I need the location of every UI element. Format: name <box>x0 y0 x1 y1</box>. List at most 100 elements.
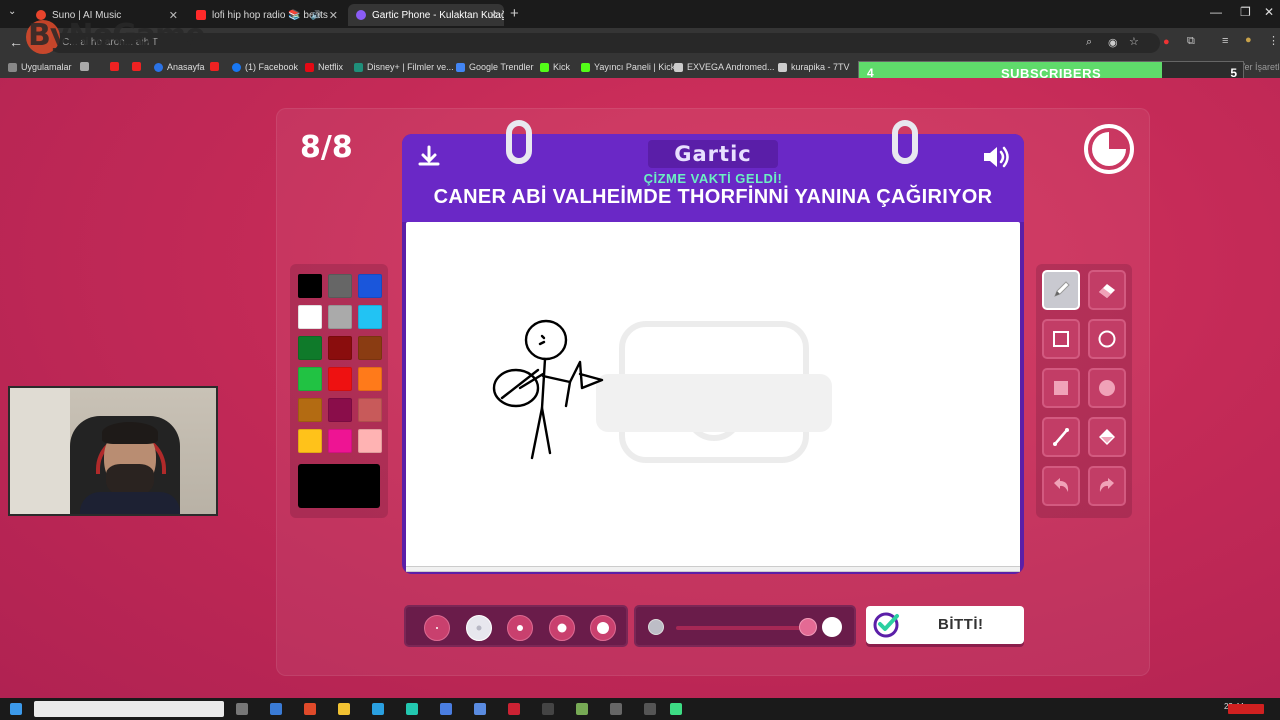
color-swatch[interactable] <box>358 305 382 329</box>
chrome-icon[interactable] <box>304 703 316 715</box>
color-swatch[interactable] <box>328 336 352 360</box>
explorer-icon[interactable] <box>338 703 350 715</box>
color-swatch[interactable] <box>298 398 322 422</box>
task-view-icon[interactable] <box>236 703 248 715</box>
color-swatch[interactable] <box>328 274 352 298</box>
drawing-canvas[interactable] <box>406 222 1020 568</box>
profile-avatar[interactable]: ● <box>1245 34 1252 46</box>
color-swatch[interactable] <box>298 305 322 329</box>
back-arrow-icon[interactable]: ← <box>9 34 23 50</box>
bookmark-label: Yayıncı Paneli | Kick <box>594 62 676 72</box>
checkmark-icon <box>873 612 899 638</box>
eye-off-icon[interactable]: ◉ <box>1108 36 1118 49</box>
brush-size-1[interactable] <box>424 615 450 641</box>
color-swatch[interactable] <box>328 305 352 329</box>
taskbar-app-icon[interactable] <box>270 703 282 715</box>
taskbar-search-input[interactable] <box>34 701 224 717</box>
ellipse-filled-tool-button[interactable] <box>1088 368 1126 408</box>
bookmark-label: (1) Facebook <box>245 62 299 72</box>
color-swatch[interactable] <box>328 429 352 453</box>
rectangle-filled-tool-button[interactable] <box>1042 368 1080 408</box>
reading-list-icon[interactable]: ≡ <box>1222 35 1228 47</box>
eraser-tool-button[interactable] <box>1088 270 1126 310</box>
menu-icon[interactable]: ⋮ <box>1268 34 1279 47</box>
bookmark-grid[interactable] <box>80 62 93 71</box>
line-tool-button[interactable] <box>1042 417 1080 457</box>
bookmark-youtube-3[interactable] <box>210 62 223 71</box>
brush-size-3[interactable] <box>507 615 533 641</box>
bookmark-kick[interactable]: Kick <box>540 62 570 72</box>
speaker-icon[interactable]: 🔊 <box>311 10 322 21</box>
color-swatch[interactable] <box>328 367 352 391</box>
redo-button[interactable] <box>1088 466 1126 506</box>
tab-lofi[interactable]: lofi hip hop radio 📚 beats 🔊 ✕ <box>188 4 344 26</box>
address-input[interactable]: C... ai ho aron... aih T <box>50 33 1160 53</box>
opacity-track[interactable] <box>676 626 808 630</box>
taskbar-app-icon[interactable] <box>610 703 622 715</box>
bookmark-youtube[interactable] <box>110 62 123 71</box>
bookmark-netflix[interactable]: Netflix <box>305 62 343 72</box>
close-tab-icon[interactable]: ✕ <box>329 9 338 22</box>
stick-figure-drawing <box>492 319 604 460</box>
minimize-icon[interactable]: — <box>1210 5 1222 19</box>
color-swatch[interactable] <box>298 336 322 360</box>
bookmark-apps[interactable]: Uygulamalar <box>8 62 72 72</box>
color-swatch[interactable] <box>298 429 322 453</box>
color-swatch[interactable] <box>358 429 382 453</box>
bookmark-label: kurapika - 7TV <box>791 62 850 72</box>
taskbar-app-icon[interactable] <box>670 703 682 715</box>
undo-button[interactable] <box>1042 466 1080 506</box>
tab-list-icon[interactable]: ⌄ <box>8 6 16 17</box>
bookmark-7tv[interactable]: kurapika - 7TV <box>778 62 850 72</box>
bookmark-anasayfa[interactable]: Anasayfa <box>154 62 205 72</box>
zoom-icon[interactable]: ⌕ <box>1086 36 1092 49</box>
close-window-icon[interactable]: ✕ <box>1264 5 1274 19</box>
color-swatch[interactable] <box>358 367 382 391</box>
restore-icon[interactable]: ❐ <box>1240 5 1251 19</box>
taskbar-app-icon[interactable] <box>644 703 656 715</box>
done-button[interactable]: BİTTİ! <box>866 606 1024 644</box>
ellipse-outline-tool-button[interactable] <box>1088 319 1126 359</box>
color-swatch[interactable] <box>298 367 322 391</box>
bookmark-facebook[interactable]: (1) Facebook <box>232 62 298 72</box>
brush-size-5[interactable] <box>590 615 616 641</box>
binder-ring-icon <box>506 120 532 164</box>
rectangle-outline-tool-button[interactable] <box>1042 319 1080 359</box>
grid-icon <box>80 62 89 71</box>
eraser-icon <box>1099 284 1115 298</box>
bookmark-google-trends[interactable]: Google Trendler <box>456 62 534 72</box>
tab-gartic[interactable]: Gartic Phone - Kulaktan Kulağa ✕ <box>348 4 504 26</box>
fill-bucket-tool-button[interactable] <box>1088 417 1126 457</box>
bookmark-kick-panel[interactable]: Yayıncı Paneli | Kick <box>581 62 675 72</box>
close-tab-icon[interactable]: ✕ <box>489 9 498 22</box>
taskbar-app-icon[interactable] <box>542 703 554 715</box>
bookmark-label: Google Trendler <box>469 62 534 72</box>
opacity-slider[interactable] <box>634 605 856 647</box>
color-swatch[interactable] <box>358 336 382 360</box>
new-tab-button[interactable]: + <box>510 5 519 22</box>
bookmark-disney[interactable]: Disney+ | Filmler ve... <box>354 62 454 72</box>
brush-size-2[interactable] <box>466 615 492 641</box>
bookmark-youtube-2[interactable] <box>132 62 145 71</box>
download-icon[interactable] <box>416 144 442 170</box>
color-swatch[interactable] <box>298 274 322 298</box>
taskbar-app-icon[interactable] <box>440 703 452 715</box>
taskbar-app-icon[interactable] <box>576 703 588 715</box>
color-swatch[interactable] <box>328 398 352 422</box>
rectangle-outline-icon <box>1053 331 1069 347</box>
color-swatch[interactable] <box>358 398 382 422</box>
puzzle-icon[interactable]: ⧉ <box>1187 35 1195 48</box>
bookmark-exvega[interactable]: EXVEGA Andromed... <box>674 62 775 72</box>
windows-start-icon[interactable] <box>10 703 22 715</box>
pencil-tool-button[interactable] <box>1042 270 1080 310</box>
taskbar-app-icon[interactable] <box>474 703 486 715</box>
opacity-thumb[interactable] <box>799 618 817 636</box>
bookmark-star-icon[interactable]: ☆ <box>1129 35 1139 48</box>
brush-size-4[interactable] <box>549 615 575 641</box>
volume-icon[interactable] <box>982 144 1012 170</box>
color-swatch[interactable] <box>358 274 382 298</box>
taskbar-app-icon[interactable] <box>406 703 418 715</box>
taskbar-app-icon[interactable] <box>372 703 384 715</box>
extension-icon[interactable]: ● <box>1163 36 1170 48</box>
taskbar-app-icon[interactable] <box>508 703 520 715</box>
